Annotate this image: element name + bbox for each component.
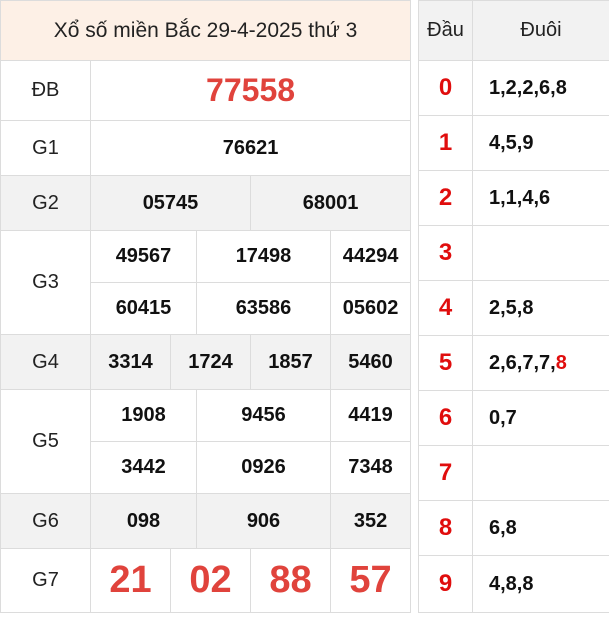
g4-number: 5460 [329, 334, 412, 390]
g7-number: 57 [329, 548, 412, 613]
loto-head: 9 [418, 555, 473, 613]
loto-tail: 4,8,8 [472, 555, 609, 613]
loto-tail: 0,7 [472, 390, 609, 446]
g3-number: 17498 [196, 230, 331, 283]
g7-number: 21 [90, 548, 171, 613]
results-title: Xổ số miền Bắc 29-4-2025 thứ 3 [0, 0, 412, 61]
g5-number: 4419 [329, 389, 412, 442]
prize-label-g1: G1 [0, 120, 91, 176]
prize-label-g6: G6 [0, 493, 91, 549]
loto-head: 6 [418, 390, 473, 446]
loto-tail [472, 225, 609, 281]
loto-tail: 6,8 [472, 500, 609, 556]
prize-label-db: ĐB [0, 60, 91, 121]
loto-head: 8 [418, 500, 473, 556]
g4-number: 1724 [170, 334, 251, 390]
g6-number: 098 [90, 493, 197, 549]
g5-number: 9456 [196, 389, 331, 442]
g5-number: 1908 [90, 389, 197, 442]
prize-label-g4: G4 [0, 334, 91, 390]
prize-label-g2: G2 [0, 175, 91, 231]
g4-number: 1857 [250, 334, 331, 390]
loto-head: 3 [418, 225, 473, 281]
g5-number: 7348 [329, 441, 412, 494]
g1-number: 76621 [89, 120, 412, 176]
results-table: Xổ số miền Bắc 29-4-2025 thứ 3 ĐB 77558 … [0, 0, 412, 613]
loto-tail: 1,2,2,6,8 [472, 60, 609, 116]
g5-number: 0926 [196, 441, 331, 494]
loto-head: 0 [418, 60, 473, 116]
loto-head-header: Đầu [418, 0, 473, 61]
g3-number: 05602 [329, 282, 412, 335]
loto-tail: 1,1,4,6 [472, 170, 609, 226]
g5-number: 3442 [90, 441, 197, 494]
g6-number: 352 [329, 493, 412, 549]
g3-number: 63586 [196, 282, 331, 335]
loto-table: Đầu Đuôi 0 1,2,2,6,8 1 4,5,9 2 1,1,4,6 3 42… [418, 0, 609, 613]
loto-tail-header: Đuôi [472, 0, 609, 61]
loto-head: 1 [418, 115, 473, 171]
g4-number: 3314 [90, 334, 171, 390]
g3-number: 49567 [90, 230, 197, 283]
loto-tail: 4,5,9 [472, 115, 609, 171]
g2-number: 68001 [249, 175, 412, 231]
g6-number: 906 [196, 493, 331, 549]
prize-label-g3: G3 [0, 230, 91, 335]
special-prize-number: 77558 [89, 60, 412, 121]
loto-tail: 2,5,8 [472, 280, 609, 336]
g2-number: 05745 [90, 175, 251, 231]
loto-tail: 2,6,7,7,8 [472, 335, 609, 391]
loto-head: 7 [418, 445, 473, 501]
g7-number: 02 [170, 548, 251, 613]
loto-head: 5 [418, 335, 473, 391]
loto-tail [472, 445, 609, 501]
g7-number: 88 [250, 548, 331, 613]
g3-number: 60415 [90, 282, 197, 335]
prize-label-g5: G5 [0, 389, 91, 494]
loto-head: 2 [418, 170, 473, 226]
g3-number: 44294 [329, 230, 412, 283]
loto-tail-highlight: 8 [555, 351, 567, 374]
prize-label-g7: G7 [0, 548, 91, 613]
loto-head: 4 [418, 280, 473, 336]
loto-tail-text: 2,6,7,7, [489, 351, 556, 374]
